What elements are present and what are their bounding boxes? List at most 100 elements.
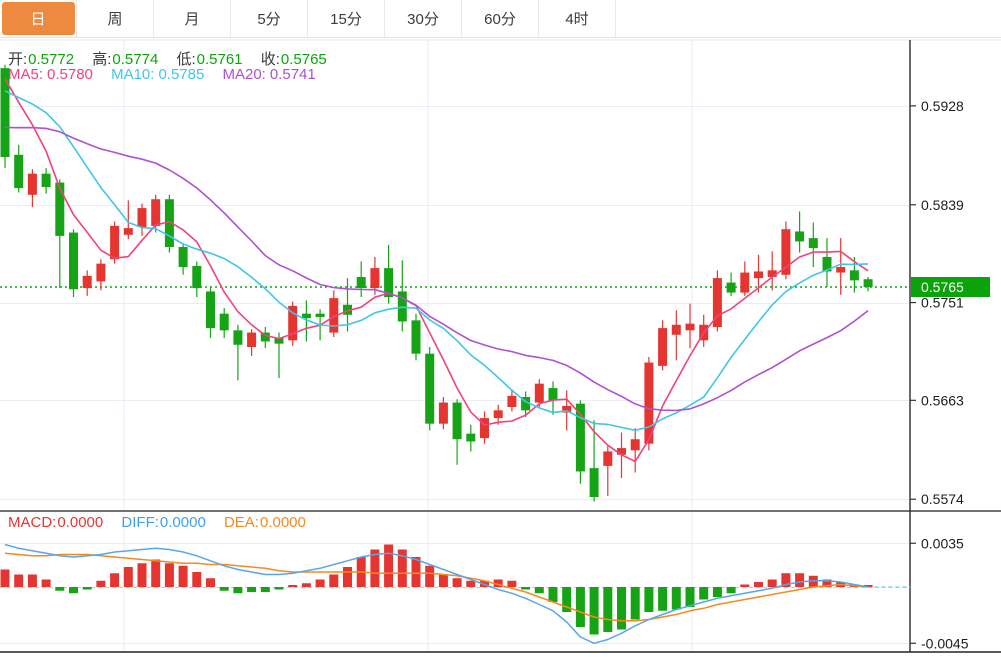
ma20-line (4, 126, 869, 412)
tab-month-label: 月 (184, 11, 200, 28)
candle-body-up (137, 208, 147, 227)
candle-body-down (233, 330, 243, 345)
macd-bar-up (14, 574, 24, 587)
macd-bar-down (699, 587, 709, 600)
tab-week-label: 周 (107, 11, 123, 28)
candle-body-up (123, 228, 133, 235)
macd-bar-up (178, 565, 188, 587)
macd-bar-up (315, 579, 325, 587)
candle-body-up (630, 439, 640, 451)
candle-body-down (315, 313, 325, 317)
price-tick-label: 0.5663 (921, 392, 964, 408)
macd-bar-down (644, 587, 654, 612)
macd-bar-up (110, 573, 120, 587)
diff-label: DIFF: (121, 514, 159, 531)
tab-month[interactable]: 月 (154, 0, 231, 37)
candle-body-down (795, 231, 805, 242)
macd-bar-up (96, 580, 106, 587)
macd-bar-up (425, 565, 435, 587)
price-tick-label: 0.5574 (921, 491, 964, 507)
dea-value: 0.0000 (259, 514, 306, 531)
candle-body-up (110, 225, 120, 260)
tab-15min[interactable]: 15分 (308, 0, 385, 37)
tab-4hour[interactable]: 4时 (539, 0, 616, 37)
macd-bar-up (0, 569, 10, 587)
tab-day-label: 日 (1, 2, 75, 35)
tab-15min-label: 15分 (330, 11, 362, 28)
macd-bar-down (726, 587, 736, 594)
ma20-label: MA20: (222, 66, 266, 83)
candle-body-down (192, 265, 202, 289)
macd-bar-down (274, 587, 284, 590)
macd-bar-up (754, 582, 763, 587)
ma10-label: MA10: (111, 66, 155, 83)
tab-30min[interactable]: 30分 (385, 0, 462, 37)
ma10-line (4, 90, 869, 432)
macd-bar-up (206, 578, 215, 587)
macd-bar-down (521, 587, 531, 590)
candle-body-up (151, 199, 161, 226)
macd-bar-up (740, 584, 750, 587)
macd-value: 0.0000 (57, 514, 104, 531)
ma10-value: 0.5785 (158, 66, 205, 83)
macd-bar-up (329, 574, 339, 587)
tab-4hour-label: 4时 (565, 11, 589, 28)
ma5-label: MA5: (8, 66, 44, 83)
macd-bar-down (534, 587, 544, 594)
candle-body-down (589, 468, 599, 497)
candle-body-up (836, 267, 846, 273)
macd-bar-up (384, 544, 394, 587)
candle-body-up (82, 275, 92, 289)
candle-body-down (41, 173, 51, 187)
macd-bar-up (343, 567, 352, 587)
candle-body-up (96, 263, 106, 282)
ma5-value: 0.5780 (47, 66, 93, 83)
macd-bar-up (27, 574, 37, 587)
macd-bar-up (795, 573, 805, 587)
candle-body-down (548, 388, 558, 401)
macd-bar-down (630, 587, 640, 620)
macd-bar-up (411, 557, 421, 587)
candle-body-up (507, 395, 517, 407)
candle-body-up (438, 402, 448, 424)
candle-body-up (740, 272, 750, 293)
ma5-line (4, 78, 869, 463)
candle-body-down (206, 291, 215, 329)
macd-bar-up (137, 563, 147, 587)
macd-tick-label: 0.0035 (921, 535, 964, 551)
chart-canvas[interactable]: 0.59280.58390.57510.56630.55740.0035-0.0… (0, 0, 1001, 657)
macd-bar-up (41, 579, 51, 587)
candle-body-down (411, 320, 421, 354)
macd-bar-down (55, 587, 65, 591)
macd-bar-up (507, 580, 517, 587)
macd-bar-down (658, 587, 668, 611)
macd-bar-down (617, 587, 626, 630)
candle-body-up (617, 448, 626, 455)
macd-bar-down (548, 587, 558, 602)
price-tick-label: 0.5928 (921, 98, 964, 114)
macd-bar-down (671, 587, 681, 610)
macd-bar-up (301, 583, 311, 587)
candle-body-up (27, 173, 37, 195)
macd-bar-down (82, 587, 92, 590)
tab-day[interactable]: 日 (0, 0, 77, 37)
dea-label: DEA: (223, 514, 259, 531)
candle-body-up (767, 270, 777, 277)
macd-bar-down (589, 587, 599, 635)
macd-tick-label: -0.0045 (921, 635, 969, 651)
macd-bar-down (575, 587, 585, 627)
timeframe-tabbar: 日 周 月 5分 15分 30分 60分 4时 (0, 0, 1001, 38)
candle-body-up (534, 383, 544, 403)
candle-body-up (493, 410, 503, 419)
macd-bar-down (712, 587, 722, 597)
tab-week[interactable]: 周 (77, 0, 154, 37)
tab-5min[interactable]: 5分 (231, 0, 308, 37)
ma-legend: MA5: 0.5780 MA10: 0.5785 MA20: 0.5741 (8, 66, 330, 83)
candle-body-down (301, 313, 311, 319)
tab-60min-label: 60分 (484, 11, 516, 28)
candle-body-down (178, 247, 188, 267)
macd-legend: MACD:0.0000 DIFF:0.0000 DEA:0.0000 (8, 514, 320, 531)
candle-body-down (14, 154, 24, 189)
candle-body-down (219, 313, 229, 331)
tab-60min[interactable]: 60分 (462, 0, 539, 37)
